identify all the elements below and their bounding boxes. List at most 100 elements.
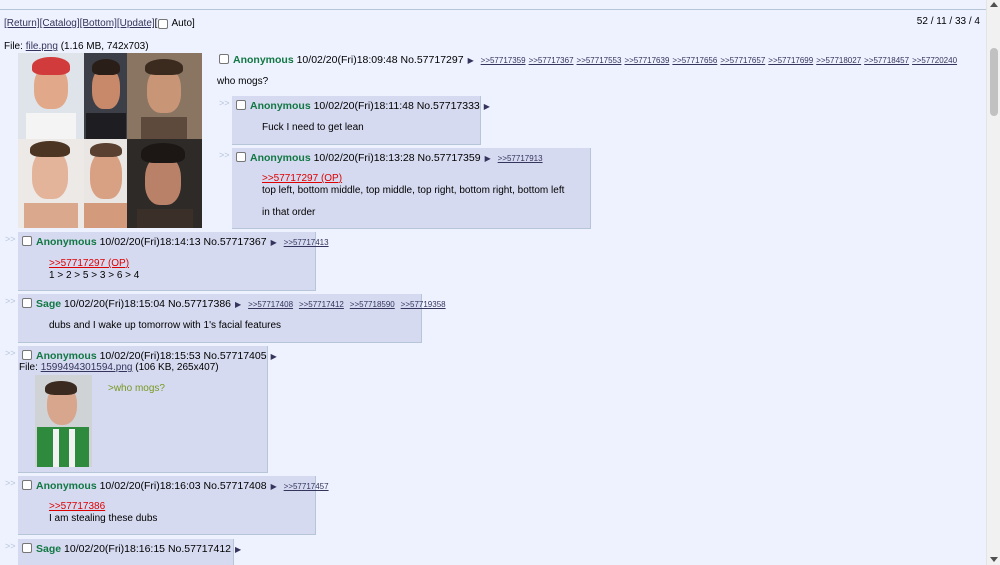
backlink[interactable]: >>57717639	[624, 56, 669, 65]
post-menu-arrow-icon[interactable]: ▶	[485, 154, 491, 163]
op-backlinks: >>57717359 >>57717367 >>57717553 >>57717639…	[481, 54, 960, 66]
scrollbar-thumb[interactable]	[990, 48, 998, 116]
backlink[interactable]: >>57717657	[720, 56, 765, 65]
post-datetime: 10/02/20(Fri)18:11:48	[313, 100, 414, 112]
reply-file-link[interactable]: 1599494301594.png	[41, 362, 133, 373]
scroll-down-arrow-icon[interactable]	[990, 557, 998, 562]
backlink[interactable]: >>57717553	[577, 56, 622, 65]
reply-select-checkbox[interactable]	[22, 298, 32, 308]
post-number[interactable]: No.57717412	[168, 543, 231, 555]
op-file-meta: (1.16 MB, 742x703)	[60, 41, 149, 52]
reply-side-marker: >>	[5, 478, 16, 488]
reply-side-marker: >>	[5, 234, 16, 244]
reply-post: Anonymous 10/02/20(Fri)18:16:03 No.57717…	[18, 476, 329, 535]
post-datetime: 10/02/20(Fri)18:13:28	[313, 152, 415, 164]
post-menu-arrow-icon[interactable]: ▶	[271, 482, 277, 491]
reply-post: Sage 10/02/20(Fri)18:16:15 No.57717412 ▶	[18, 539, 241, 565]
quote-link[interactable]: >>57717297 (OP)	[49, 258, 129, 269]
post-datetime: 10/02/20(Fri)18:16:15	[64, 543, 166, 555]
face-photo-4	[18, 139, 84, 228]
reply-select-checkbox[interactable]	[22, 350, 32, 360]
auto-label: Auto]	[171, 18, 195, 29]
auto-bracket: [	[154, 18, 158, 29]
backlink[interactable]: >>57717413	[284, 238, 329, 247]
bottom-link[interactable]: [Bottom]	[80, 18, 117, 29]
post-menu-arrow-icon[interactable]: ▶	[271, 238, 277, 247]
backlink[interactable]: >>57718027	[816, 56, 861, 65]
message-line: I am stealing these dubs	[49, 513, 158, 524]
backlink[interactable]: >>57717457	[284, 482, 329, 491]
reply-post: Anonymous 10/02/20(Fri)18:13:28 No.57717…	[232, 148, 591, 229]
face-photo-1	[18, 53, 84, 139]
backlink[interactable]: >>57717359	[481, 56, 526, 65]
reply-message: Fuck I need to get lean	[262, 122, 364, 133]
post-number[interactable]: No.57717405	[204, 350, 267, 362]
reply-message: >>57717297 (OP) top left, bottom middle,…	[262, 173, 564, 219]
poster-name: Anonymous	[250, 100, 311, 112]
reply-file-meta: (106 KB, 265x407)	[135, 362, 219, 373]
file-prefix: File:	[4, 41, 23, 52]
backlink[interactable]: >>57717412	[299, 300, 344, 309]
post-menu-arrow-icon[interactable]: ▶	[484, 102, 490, 111]
backlink[interactable]: >>57717913	[498, 154, 543, 163]
reply-post: Sage 10/02/20(Fri)18:15:04 No.57717386 ▶ …	[18, 294, 446, 343]
poster-name: Anonymous	[233, 54, 294, 66]
vertical-scrollbar[interactable]	[986, 0, 1000, 565]
quote-link[interactable]: >>57717386	[49, 501, 105, 512]
reply-side-marker: >>	[5, 348, 16, 358]
greentext-line: >who mogs?	[108, 383, 165, 394]
top-divider	[0, 9, 986, 10]
file-prefix: File:	[19, 362, 38, 373]
post-number[interactable]: No.57717367	[204, 236, 267, 248]
reply-image[interactable]	[35, 375, 92, 467]
return-link[interactable]: [Return]	[4, 18, 40, 29]
backlink[interactable]: >>57719358	[401, 300, 446, 309]
quote-link[interactable]: >>57717297 (OP)	[262, 173, 342, 184]
op-image[interactable]	[18, 53, 202, 228]
reply-select-checkbox[interactable]	[22, 480, 32, 490]
poster-name: Anonymous	[36, 350, 97, 362]
post-number[interactable]: No.57717333	[417, 100, 480, 112]
backlink[interactable]: >>57717656	[672, 56, 717, 65]
scroll-up-arrow-icon[interactable]	[990, 2, 998, 7]
backlink[interactable]: >>57718590	[350, 300, 395, 309]
post-number[interactable]: No.57717386	[168, 298, 231, 310]
post-menu-arrow-icon[interactable]: ▶	[235, 300, 241, 309]
update-link[interactable]: [Update]	[117, 18, 155, 29]
backlink[interactable]: >>57717367	[529, 56, 574, 65]
reply-post: Anonymous 10/02/20(Fri)18:15:53 No.57717…	[18, 346, 277, 473]
backlink[interactable]: >>57718457	[864, 56, 909, 65]
op-select-checkbox[interactable]	[219, 54, 229, 64]
post-number[interactable]: No.57717359	[418, 152, 481, 164]
auto-update-checkbox[interactable]	[158, 18, 169, 29]
backlink[interactable]: >>57717408	[248, 300, 293, 309]
reply-file-info: File: 1599494301594.png (106 KB, 265x407…	[19, 362, 219, 373]
reply-post-info: Anonymous 10/02/20(Fri)18:16:03 No.57717…	[22, 480, 332, 492]
poster-name: Anonymous	[36, 480, 97, 492]
thread-nav: [Return] [Catalog] [Bottom] [Update] [ A…	[4, 18, 195, 29]
reply-side-marker: >>	[219, 98, 230, 108]
post-menu-arrow-icon[interactable]: ▶	[468, 56, 474, 65]
backlink[interactable]: >>57717699	[768, 56, 813, 65]
post-datetime: 10/02/20(Fri)18:15:04	[64, 298, 166, 310]
reply-select-checkbox[interactable]	[236, 152, 246, 162]
face-photo-3	[127, 53, 202, 139]
catalog-link[interactable]: [Catalog]	[40, 18, 80, 29]
reply-select-checkbox[interactable]	[22, 543, 32, 553]
post-menu-arrow-icon[interactable]: ▶	[271, 352, 277, 361]
reply-side-marker: >>	[5, 541, 16, 551]
op-message: who mogs?	[217, 76, 269, 87]
reply-select-checkbox[interactable]	[236, 100, 246, 110]
reply-side-marker: >>	[219, 150, 230, 160]
post-number[interactable]: No.57717408	[204, 480, 267, 492]
poster-name: Anonymous	[250, 152, 311, 164]
op-file-link[interactable]: file.png	[26, 41, 58, 52]
backlink[interactable]: >>57720240	[912, 56, 957, 65]
reply-select-checkbox[interactable]	[22, 236, 32, 246]
reply-post-info: Sage 10/02/20(Fri)18:15:04 No.57717386 ▶ …	[22, 298, 449, 310]
post-menu-arrow-icon[interactable]: ▶	[235, 545, 241, 554]
message-line: in that order	[262, 207, 316, 218]
poster-name: Sage	[36, 298, 62, 310]
post-number[interactable]: No.57717297	[401, 54, 464, 66]
reply-post-info: Anonymous 10/02/20(Fri)18:14:13 No.57717…	[22, 236, 332, 248]
